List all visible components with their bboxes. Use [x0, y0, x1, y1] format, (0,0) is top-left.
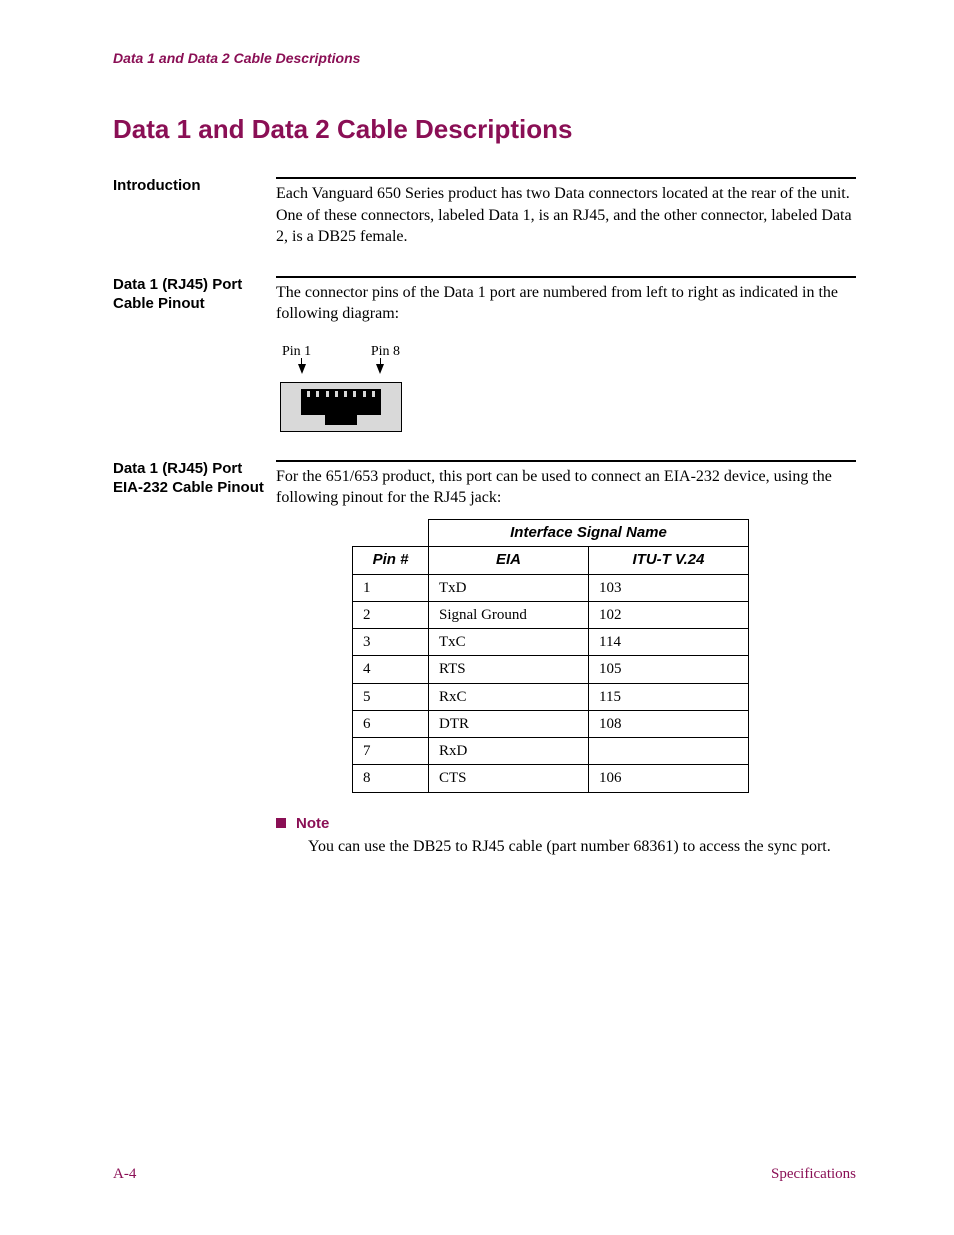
table-super-header-row: Interface Signal Name	[353, 520, 749, 547]
running-head: Data 1 and Data 2 Cable Descriptions	[113, 50, 856, 66]
section-introduction: Introduction Each Vanguard 650 Series pr…	[113, 177, 856, 248]
table-row: 3 TxC 114	[353, 629, 749, 656]
cell-itu: 114	[589, 629, 749, 656]
pin1-label: Pin 1	[282, 343, 311, 362]
note-body: You can use the DB25 to RJ45 cable (part…	[308, 836, 856, 858]
rj45-arrows	[286, 364, 396, 380]
section-body-rj45: The connector pins of the Data 1 port ar…	[276, 276, 856, 432]
table-row: 6 DTR 108	[353, 710, 749, 737]
cell-itu	[589, 738, 749, 765]
cell-eia: Signal Ground	[429, 601, 589, 628]
pin8-label: Pin 8	[371, 343, 400, 362]
cell-pin: 2	[353, 601, 429, 628]
cell-itu: 105	[589, 656, 749, 683]
table-header-itu: ITU-T V.24	[589, 547, 749, 574]
table-header-eia: EIA	[429, 547, 589, 574]
section-body-introduction: Each Vanguard 650 Series product has two…	[276, 177, 856, 248]
page: Data 1 and Data 2 Cable Descriptions Dat…	[0, 0, 954, 1235]
table-row: 4 RTS 105	[353, 656, 749, 683]
cell-eia: CTS	[429, 765, 589, 792]
footer-section: Specifications	[771, 1166, 856, 1183]
page-title: Data 1 and Data 2 Cable Descriptions	[113, 114, 856, 145]
rj45-pin-labels: Pin 1 Pin 8	[282, 343, 400, 362]
section-eia232-pinout: Data 1 (RJ45) Port EIA-232 Cable Pinout …	[113, 460, 856, 858]
cell-eia: DTR	[429, 710, 589, 737]
cell-pin: 6	[353, 710, 429, 737]
table-header-pin: Pin #	[353, 547, 429, 574]
cell-itu: 103	[589, 574, 749, 601]
table-row: 8 CTS 106	[353, 765, 749, 792]
rj45-diagram: Pin 1 Pin 8	[276, 343, 406, 432]
note-bullet-icon	[276, 818, 286, 828]
rj45-faceplate	[280, 382, 402, 432]
table-super-header: Interface Signal Name	[429, 520, 749, 547]
section-text-rj45: The connector pins of the Data 1 port ar…	[276, 282, 856, 325]
arrow-down-icon	[298, 364, 306, 374]
cell-pin: 8	[353, 765, 429, 792]
cell-itu: 106	[589, 765, 749, 792]
cell-eia: TxD	[429, 574, 589, 601]
cell-itu: 102	[589, 601, 749, 628]
section-label-rj45: Data 1 (RJ45) Port Cable Pinout	[113, 276, 276, 314]
section-label-eia232: Data 1 (RJ45) Port EIA-232 Cable Pinout	[113, 460, 276, 498]
table-row: 1 TxD 103	[353, 574, 749, 601]
rj45-pins-icon	[307, 391, 375, 397]
cell-pin: 3	[353, 629, 429, 656]
table-row: 7 RxD	[353, 738, 749, 765]
page-number: A-4	[113, 1166, 136, 1183]
note-block: Note You can use the DB25 to RJ45 cable …	[276, 813, 856, 858]
cell-pin: 4	[353, 656, 429, 683]
cell-pin: 5	[353, 683, 429, 710]
section-text-eia232: For the 651/653 product, this port can b…	[276, 466, 856, 509]
cell-itu: 108	[589, 710, 749, 737]
cell-eia: RxC	[429, 683, 589, 710]
cell-pin: 7	[353, 738, 429, 765]
cell-eia: RxD	[429, 738, 589, 765]
page-footer: A-4 Specifications	[113, 1166, 856, 1183]
cell-eia: TxC	[429, 629, 589, 656]
table-row: 2 Signal Ground 102	[353, 601, 749, 628]
table-row: 5 RxC 115	[353, 683, 749, 710]
section-label-introduction: Introduction	[113, 177, 276, 196]
section-body-eia232: For the 651/653 product, this port can b…	[276, 460, 856, 858]
arrow-down-icon	[376, 364, 384, 374]
note-label: Note	[296, 815, 329, 832]
table-header-row: Pin # EIA ITU-T V.24	[353, 547, 749, 574]
pinout-table: Interface Signal Name Pin # EIA ITU-T V.…	[352, 519, 749, 793]
cell-pin: 1	[353, 574, 429, 601]
cell-eia: RTS	[429, 656, 589, 683]
section-rj45-pinout: Data 1 (RJ45) Port Cable Pinout The conn…	[113, 276, 856, 432]
rj45-tab-icon	[325, 415, 357, 425]
cell-itu: 115	[589, 683, 749, 710]
